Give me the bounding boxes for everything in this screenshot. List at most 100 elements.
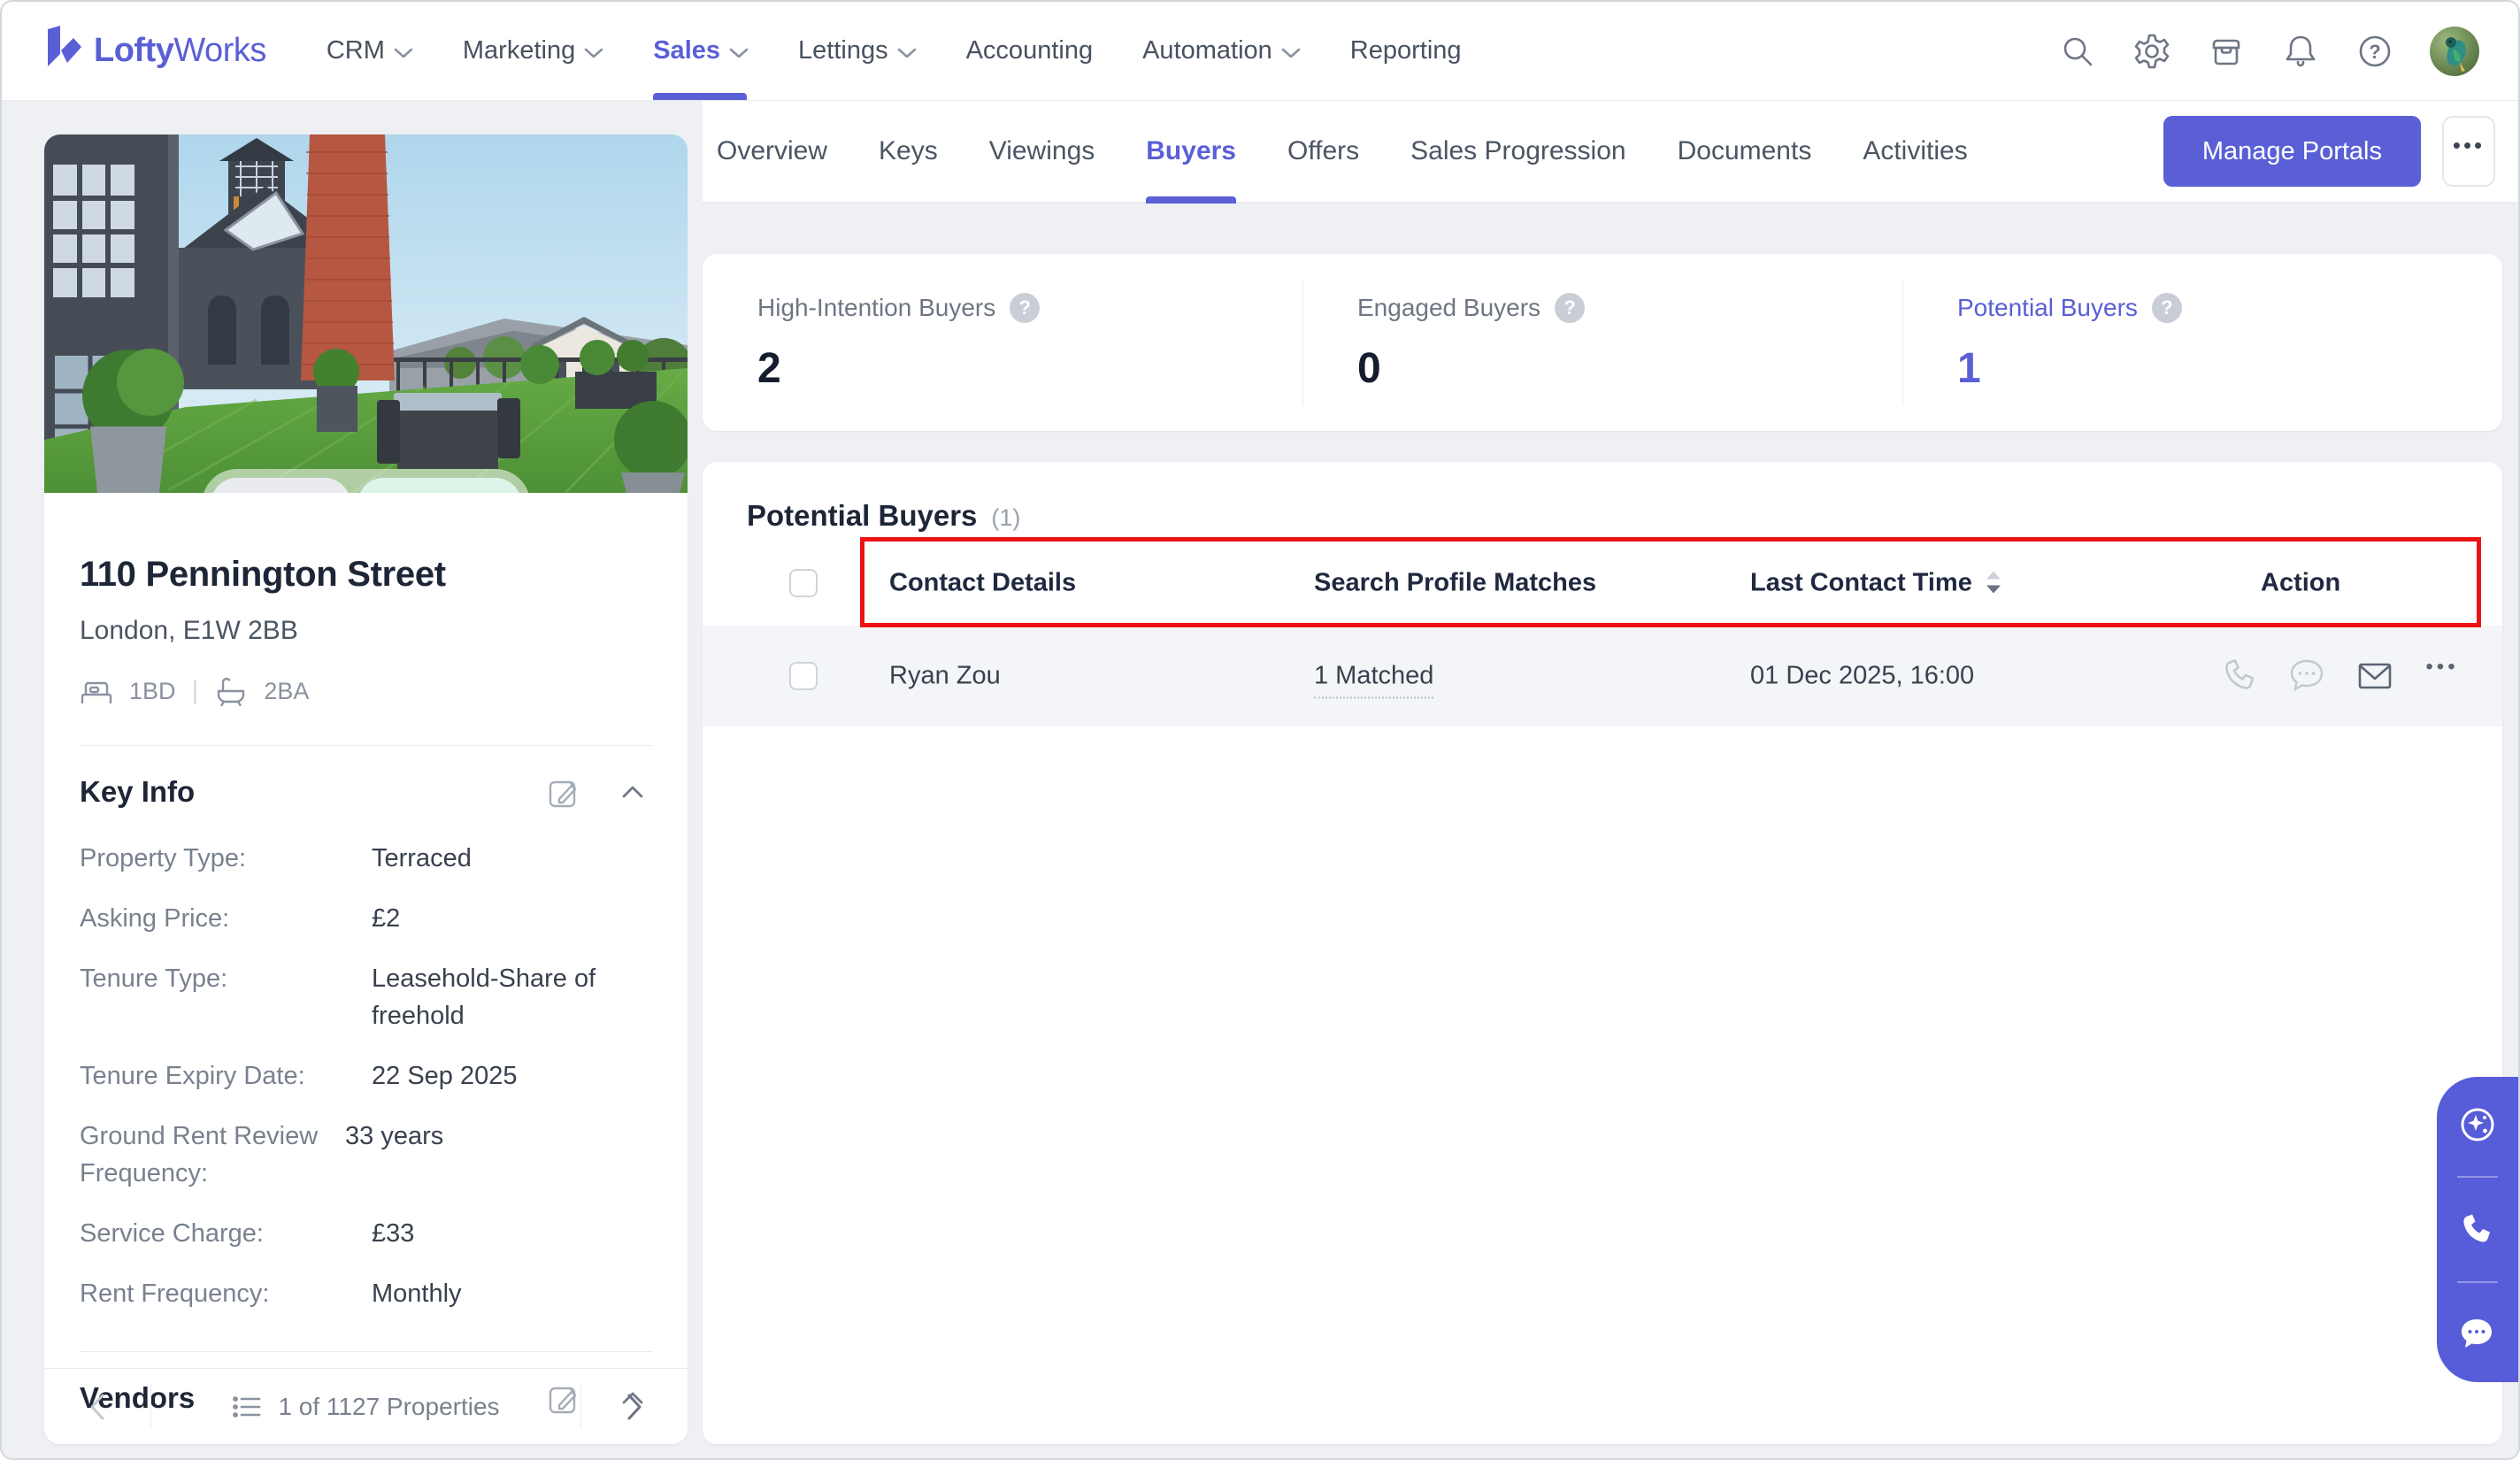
email-icon[interactable] — [2354, 655, 2396, 697]
key-info-row: Rent Frequency:Monthly — [80, 1275, 652, 1312]
bath-icon — [214, 676, 248, 706]
collapse-chevron-icon[interactable] — [613, 772, 652, 811]
stat-value: 0 — [1357, 344, 1902, 393]
col-search-profile-matches[interactable]: Search Profile Matches — [1314, 568, 1596, 597]
key-info-header: Key Info — [80, 772, 652, 811]
more-actions-button[interactable]: ••• — [2442, 116, 2495, 187]
key-info-row: Tenure Type:Leasehold-Share of freehold — [80, 960, 652, 1034]
quick-actions-panel — [2437, 1077, 2518, 1382]
property-summary-card: For Sale Available 110 Pennington Street… — [44, 134, 688, 1444]
property-photo-illustration — [44, 134, 688, 493]
bed-icon — [80, 677, 113, 705]
stat-engaged: Engaged Buyers? 0 — [1302, 254, 1902, 431]
tab-overview[interactable]: Overview — [717, 101, 827, 202]
inbox-icon[interactable] — [2207, 32, 2246, 71]
stat-potential: Potential Buyers? 1 — [1902, 254, 2502, 431]
buyer-name[interactable]: Ryan Zou — [889, 662, 1001, 691]
col-contact-details[interactable]: Contact Details — [889, 568, 1076, 597]
row-more-icon[interactable]: ••• — [2421, 655, 2463, 697]
row-checkbox[interactable] — [789, 662, 818, 690]
row-actions: ••• — [2219, 655, 2463, 697]
key-info-row: Service Charge:£33 — [80, 1215, 652, 1252]
table-header-row: Contact Details Search Profile Matches L… — [703, 540, 2502, 626]
tab-sales-progression[interactable]: Sales Progression — [1410, 101, 1625, 202]
help-tooltip-icon[interactable]: ? — [1010, 293, 1040, 323]
key-info-row: Property Type:Terraced — [80, 840, 652, 877]
chevron-down-icon — [394, 47, 413, 59]
search-icon[interactable] — [2058, 32, 2097, 71]
stat-high-intention: High-Intention Buyers? 2 — [703, 254, 1302, 431]
bell-icon[interactable] — [2281, 32, 2320, 71]
tab-offers[interactable]: Offers — [1287, 101, 1359, 202]
divider — [2457, 1176, 2498, 1178]
key-info-row: Tenure Expiry Date:22 Sep 2025 — [80, 1057, 652, 1095]
main-nav: CRM Marketing Sales Lettings Accounting … — [302, 2, 1487, 100]
topnav-actions: ? — [2058, 27, 2479, 76]
nav-item-automation[interactable]: Automation — [1118, 2, 1325, 100]
nav-item-crm[interactable]: CRM — [302, 2, 438, 100]
tab-buyers[interactable]: Buyers — [1146, 101, 1236, 202]
loftyworks-logo[interactable]: LoftyWorks — [41, 25, 266, 77]
potential-buyers-card: Potential Buyers (1) Contact Details Sea… — [703, 462, 2502, 1444]
nav-item-marketing[interactable]: Marketing — [438, 2, 628, 100]
key-info-title: Key Info — [80, 775, 195, 809]
nav-item-lettings[interactable]: Lettings — [773, 2, 941, 100]
property-pagination: 1 of 1127 Properties — [44, 1368, 688, 1444]
status-pills: For Sale Available — [202, 469, 530, 493]
chevron-down-icon — [1281, 47, 1301, 59]
tab-documents[interactable]: Documents — [1678, 101, 1812, 202]
tab-activities[interactable]: Activities — [1863, 101, 1967, 202]
phone-icon[interactable] — [2219, 655, 2262, 697]
buyer-row[interactable]: Ryan Zou 1 Matched 01 Dec 2025, 16:00 ••… — [703, 626, 2502, 726]
property-photo[interactable]: For Sale Available — [44, 134, 688, 493]
svg-text:?: ? — [2369, 41, 2380, 63]
potential-buyers-count: (1) — [991, 504, 1020, 532]
help-tooltip-icon[interactable]: ? — [2152, 293, 2182, 323]
call-icon[interactable] — [2456, 1209, 2499, 1251]
stat-value: 2 — [757, 344, 1302, 393]
nav-item-reporting[interactable]: Reporting — [1325, 2, 1487, 100]
tab-keys[interactable]: Keys — [879, 101, 938, 202]
user-avatar[interactable] — [2430, 27, 2479, 76]
nav-item-sales[interactable]: Sales — [628, 2, 773, 100]
availability-dropdown[interactable]: Available — [357, 478, 521, 493]
stat-value: 1 — [1957, 344, 2502, 393]
help-tooltip-icon[interactable]: ? — [1555, 293, 1585, 323]
manage-portals-button[interactable]: Manage Portals — [2163, 116, 2421, 187]
edit-icon[interactable] — [544, 772, 583, 811]
chat-icon[interactable] — [2286, 655, 2329, 697]
help-icon[interactable]: ? — [2355, 32, 2394, 71]
gear-icon[interactable] — [2132, 32, 2171, 71]
col-action: Action — [2261, 568, 2340, 597]
ai-assistant-icon[interactable] — [2456, 1103, 2499, 1146]
property-address: 110 Pennington Street — [80, 555, 652, 595]
message-icon[interactable] — [2456, 1313, 2499, 1356]
key-info-row: Asking Price:£2 — [80, 900, 652, 937]
list-icon[interactable] — [232, 1395, 262, 1419]
buyer-matches[interactable]: 1 Matched — [1314, 662, 1433, 691]
baths-value: 2BA — [264, 678, 309, 705]
buyer-last-contact: 01 Dec 2025, 16:00 — [1750, 662, 1974, 691]
col-last-contact-time[interactable]: Last Contact Time — [1750, 568, 2002, 597]
sort-icon[interactable] — [1985, 570, 2002, 596]
prev-property-button[interactable] — [44, 1369, 150, 1444]
potential-buyers-title: Potential Buyers — [747, 499, 977, 533]
nav-item-accounting[interactable]: Accounting — [941, 2, 1118, 100]
chevron-down-icon — [584, 47, 603, 59]
key-info-list: Property Type:Terraced Asking Price:£2 T… — [44, 840, 688, 1312]
bed-bath-row: 1BD | 2BA — [80, 676, 652, 706]
tab-viewings[interactable]: Viewings — [989, 101, 1095, 202]
divider — [80, 745, 652, 746]
property-tabbar: Overview Keys Viewings Buyers Offers Sal… — [703, 101, 2518, 204]
divider — [2457, 1281, 2498, 1283]
app-window: LoftyWorks CRM Marketing Sales Lettings … — [0, 0, 2520, 1460]
select-all-checkbox[interactable] — [789, 569, 818, 597]
chevron-down-icon — [729, 47, 749, 59]
chevron-down-icon — [897, 47, 917, 59]
next-property-button[interactable] — [581, 1369, 688, 1444]
top-navigation: LoftyWorks CRM Marketing Sales Lettings … — [2, 2, 2518, 101]
buyer-stats-card: High-Intention Buyers? 2 Engaged Buyers?… — [703, 254, 2502, 431]
beds-value: 1BD — [129, 678, 176, 705]
pagination-text: 1 of 1127 Properties — [278, 1393, 499, 1421]
property-city: London, E1W 2BB — [80, 616, 652, 646]
